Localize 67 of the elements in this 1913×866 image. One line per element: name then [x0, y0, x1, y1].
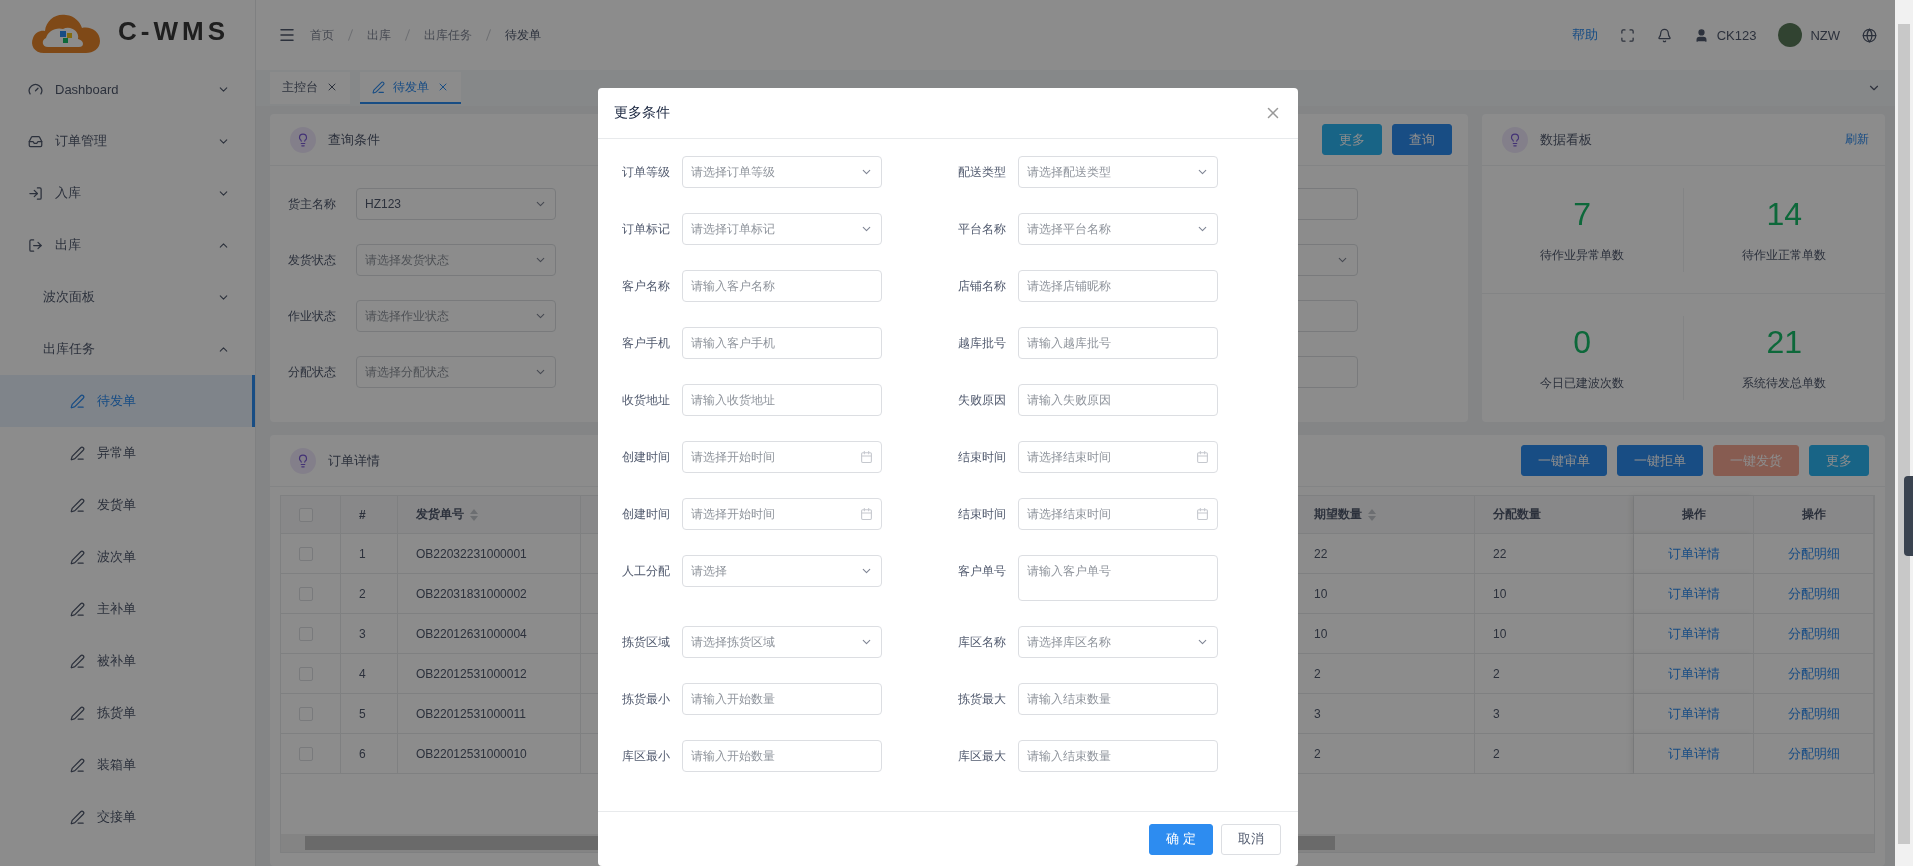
field-label: 客户手机 [622, 335, 671, 352]
panel-title: 数据看板 [1540, 130, 1592, 149]
table-cell: OB22012531000010 [398, 734, 581, 774]
table-cell: OB22012631000004 [398, 614, 581, 654]
table-cell: 3 [1296, 694, 1475, 734]
field-label: 作业状态 [288, 307, 337, 325]
field-label: 拣货最小 [622, 691, 671, 708]
field-label: 配送类型 [958, 164, 1007, 181]
table-cell: 4 [341, 654, 398, 694]
table-cell: 10 [1296, 614, 1475, 654]
table-cell: 3 [341, 614, 398, 654]
table-cell: 22 [1475, 534, 1634, 574]
panel-title: 查询条件 [328, 130, 380, 149]
column-header: 分配数量 [1475, 496, 1634, 534]
table-cell: 5 [341, 694, 398, 734]
table-cell: OB22032231000001 [398, 534, 581, 574]
table-cell: 2 [1296, 654, 1475, 694]
stat-value: 7 [1573, 195, 1592, 233]
table-cell: 1 [341, 534, 398, 574]
table-cell: 10 [1296, 574, 1475, 614]
field-label: 创建时间 [622, 449, 671, 466]
field-label: 客户单号 [958, 563, 1007, 580]
field-label: 收货地址 [622, 392, 671, 409]
table-cell: OB22012531000011 [398, 694, 581, 734]
table-cell: 22 [1296, 534, 1475, 574]
field-label: 创建时间 [622, 506, 671, 523]
field-label: 平台名称 [958, 221, 1007, 238]
field-label: 拣货最大 [958, 691, 1007, 708]
field-label: 订单标记 [622, 221, 671, 238]
field-label: 客户名称 [622, 278, 671, 295]
field-label: 人工分配 [622, 563, 671, 580]
table-cell: OB22031831000002 [398, 574, 581, 614]
table-cell: 10 [1475, 614, 1634, 654]
stat-label: 系统待发总单数 [1742, 375, 1827, 392]
field-label: 库区名称 [958, 634, 1007, 651]
table-cell: 2 [1475, 654, 1634, 694]
column-header: 操作 [1634, 496, 1754, 534]
field-label: 拣货区域 [622, 634, 671, 651]
table-cell: 2 [1296, 734, 1475, 774]
field-label: 结束时间 [958, 506, 1007, 523]
stat-value: 21 [1766, 324, 1803, 361]
field-label: 订单等级 [622, 164, 671, 181]
stat-value: 14 [1766, 195, 1803, 233]
field-label: 库区最大 [958, 748, 1007, 765]
panel-title: 订单详情 [328, 451, 380, 470]
field-label: 发货状态 [288, 251, 337, 269]
stat-label: 待作业正常单数 [1742, 246, 1827, 264]
table-cell: 2 [1475, 734, 1634, 774]
table-cell: 10 [1475, 574, 1634, 614]
field-label: 失败原因 [958, 392, 1007, 409]
table-cell: 3 [1475, 694, 1634, 734]
modal-title: 更多条件 [614, 104, 670, 122]
field-label: 结束时间 [958, 449, 1007, 466]
field-label: 货主名称 [288, 195, 337, 213]
field-label: 分配状态 [288, 363, 337, 381]
column-header: 操作 [1754, 496, 1874, 534]
field-label: 库区最小 [622, 748, 671, 765]
stat-value: 0 [1573, 324, 1592, 361]
column-header: # [341, 496, 398, 534]
logo-text: C-WMS [118, 16, 229, 47]
field-label: 越库批号 [958, 335, 1007, 352]
field-label: 店铺名称 [958, 278, 1007, 295]
table-cell: OB22012531000012 [398, 654, 581, 694]
stat-label: 今日已建波次数 [1540, 375, 1625, 392]
table-cell: 6 [341, 734, 398, 774]
stat-label: 待作业异常单数 [1540, 246, 1625, 264]
table-cell: 2 [341, 574, 398, 614]
